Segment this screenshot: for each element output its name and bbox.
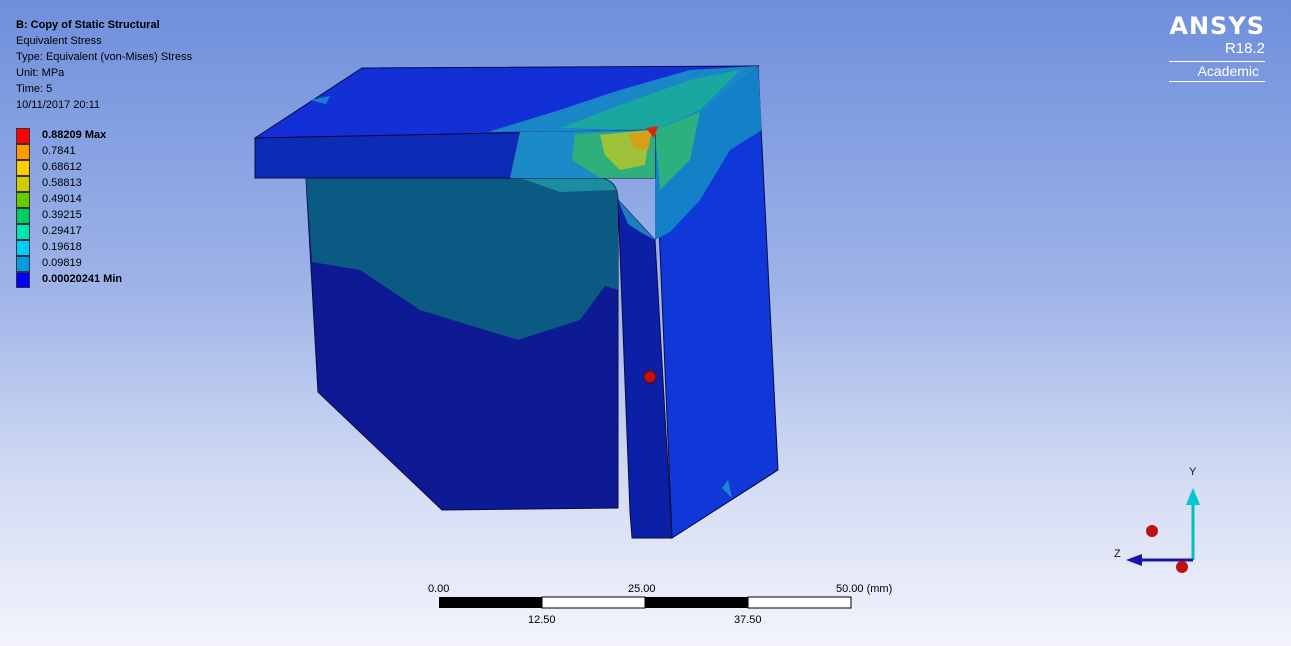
scale-segment-1 xyxy=(439,597,542,608)
scale-segment-4 xyxy=(747,596,852,609)
scale-label-25: 25.00 xyxy=(628,583,656,595)
scale-bar xyxy=(439,596,852,609)
scale-segment-2 xyxy=(541,596,646,609)
triad-x-marker xyxy=(1176,561,1188,573)
scale-segment-3 xyxy=(645,597,748,608)
coordinate-triad[interactable]: Y Z xyxy=(1100,460,1210,595)
triad-graphic xyxy=(1126,488,1200,573)
triad-z-label: Z xyxy=(1114,548,1121,560)
scale-label-50: 50.00 (mm) xyxy=(836,583,893,595)
scale-label-0: 0.00 xyxy=(428,583,450,595)
triad-point-marker xyxy=(1146,525,1158,537)
scale-label-12-5: 12.50 xyxy=(528,614,556,626)
scale-label-37-5: 37.50 xyxy=(734,614,762,626)
triad-y-arrow xyxy=(1186,488,1200,505)
triad-z-arrow xyxy=(1126,554,1142,566)
triad-y-label: Y xyxy=(1189,466,1197,478)
